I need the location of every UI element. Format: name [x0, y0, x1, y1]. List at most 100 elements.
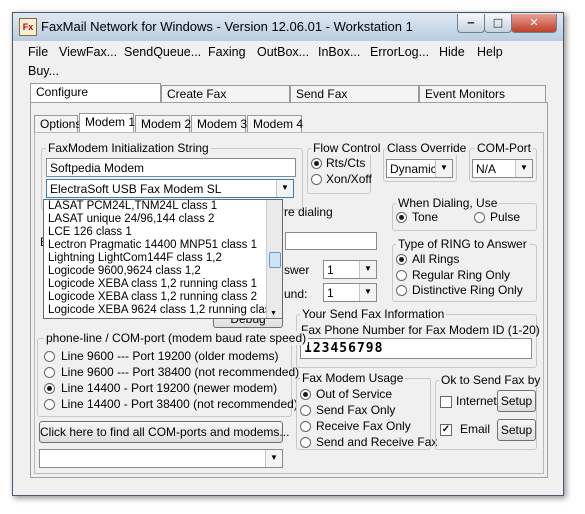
send-fax-only-label: Send Fax Only [316, 403, 396, 417]
modem-list: LASAT PCM24L,TNM24L class 1 LASAT unique… [44, 200, 282, 317]
init-string-input[interactable]: Softpedia Modem [46, 158, 296, 177]
menu-buy[interactable]: Buy... [28, 64, 59, 78]
list-item[interactable]: Logicode XEBA class 1,2 running class 1 [44, 278, 282, 291]
all-rings-label: All Rings [412, 252, 460, 266]
xon-xoff-radio[interactable] [311, 174, 322, 185]
tab-create-fax[interactable]: Create Fax [161, 85, 290, 102]
distinctive-ring-radio[interactable] [396, 285, 407, 296]
internet-setup-button[interactable]: Setup [497, 390, 536, 412]
init-string-label: FaxModem Initialization String [46, 141, 211, 155]
out-of-service-label: Out of Service [316, 387, 393, 401]
round-select[interactable]: 1 ▼ [323, 283, 377, 302]
subtab-modem-4[interactable]: Modem 4 [247, 115, 303, 132]
scroll-down-icon[interactable]: ▼ [270, 310, 277, 317]
menu-errorlog[interactable]: ErrorLog... [370, 45, 429, 59]
tab-configure[interactable]: Configure [30, 83, 161, 102]
send-receive-fax-label: Send and Receive Fax [316, 435, 438, 449]
send-receive-fax-radio[interactable] [300, 437, 311, 448]
email-setup-button[interactable]: Setup [497, 419, 536, 441]
email-label: Email [460, 422, 491, 436]
app-fax-icon: Fx [19, 18, 37, 36]
list-item[interactable]: Lightning LightCom144F class 1,2 [44, 252, 282, 265]
line-9600-19200-label: Line 9600 --- Port 19200 (older modems) [61, 349, 279, 363]
flow-control-label: Flow Control [311, 141, 383, 155]
com-port-select[interactable]: N/A ▼ [472, 159, 533, 178]
menu-viewfax[interactable]: ViewFax... [59, 45, 117, 59]
subtab-modem-1[interactable]: Modem 1 [79, 113, 135, 132]
list-item[interactable]: LASAT PCM24L,TNM24L class 1 [44, 200, 282, 213]
list-item[interactable]: LCE 126 class 1 [44, 226, 282, 239]
fax-modem-usage-label: Fax Modem Usage [300, 371, 406, 385]
tab-event-monitors[interactable]: Event Monitors [419, 85, 546, 102]
receive-fax-only-radio[interactable] [300, 421, 311, 432]
list-item[interactable]: LASAT unique 24/96,144 class 2 [44, 213, 282, 226]
answer-rings-select[interactable]: 1 ▼ [323, 260, 377, 279]
line-9600-38400-radio[interactable] [44, 367, 55, 378]
pulse-radio[interactable] [474, 212, 485, 223]
subtab-modem-3[interactable]: Modem 3 [191, 115, 247, 132]
line-9600-19200-radio[interactable] [44, 351, 55, 362]
subtab-modem-2[interactable]: Modem 2 [135, 115, 191, 132]
modem-type-dropdown[interactable]: LASAT PCM24L,TNM24L class 1 LASAT unique… [43, 199, 283, 319]
line-14400-19200-label: Line 14400 - Port 19200 (newer modem) [61, 381, 278, 395]
menu-hide[interactable]: Hide [439, 45, 465, 59]
ok-to-send-label: Ok to Send Fax by [439, 373, 543, 387]
tone-radio[interactable] [396, 212, 407, 223]
regular-ring-label: Regular Ring Only [412, 268, 511, 282]
line-14400-38400-radio[interactable] [44, 399, 55, 410]
hidden-text-field[interactable] [285, 232, 377, 250]
title-bar[interactable]: Fx FaxMail Network for Windows - Version… [13, 13, 563, 41]
list-item[interactable]: Lectron Pragmatic 14400 MNP51 class 1 [44, 239, 282, 252]
close-button[interactable]: ✕ [511, 14, 557, 33]
rts-cts-radio[interactable] [311, 158, 322, 169]
answer-rings-label: swer [284, 263, 310, 277]
tone-label: Tone [412, 210, 439, 224]
menu-bar: File ViewFax... SendQueue... Faxing OutB… [13, 41, 563, 81]
chevron-down-icon: ▼ [435, 160, 452, 177]
menu-inbox[interactable]: InBox... [318, 45, 360, 59]
list-item[interactable]: Logicode XEBA class 1,2 running class 2 [44, 291, 282, 304]
com-port-label: COM-Port [475, 141, 533, 155]
send-fax-only-radio[interactable] [300, 405, 311, 416]
line-14400-19200-radio[interactable] [44, 383, 55, 394]
scrollbar-thumb[interactable] [269, 252, 281, 268]
minimize-button[interactable]: ‒ [457, 14, 485, 33]
send-fax-info-label: Your Send Fax Information [300, 307, 447, 321]
list-item[interactable]: Logicode XEBA 9624 class 1,2 running cla… [44, 304, 282, 317]
chevron-down-icon: ▼ [359, 261, 376, 278]
ring-type-label: Type of RING to Answer [396, 237, 529, 251]
find-com-ports-button[interactable]: Click here to find all COM-ports and mod… [39, 421, 289, 443]
menu-help[interactable]: Help [477, 45, 503, 59]
tab-send-fax[interactable]: Send Fax [290, 85, 419, 102]
receive-fax-only-label: Receive Fax Only [316, 419, 411, 433]
regular-ring-radio[interactable] [396, 270, 407, 281]
menu-file[interactable]: File [28, 45, 48, 59]
menu-sendqueue[interactable]: SendQueue... [124, 45, 201, 59]
all-rings-radio[interactable] [396, 254, 407, 265]
round-label: und: [284, 287, 308, 301]
when-dialing-label: When Dialing, Use [396, 196, 500, 210]
subtab-options[interactable]: Options [34, 115, 81, 132]
xon-xoff-label: Xon/Xoff [326, 172, 372, 186]
dropdown-scrollbar[interactable]: ▼ [266, 200, 282, 318]
modem-type-select[interactable]: ElectraSoft USB Fax Modem SL ▼ [46, 179, 294, 198]
chevron-down-icon: ▼ [515, 160, 532, 177]
out-of-service-radio[interactable] [300, 389, 311, 400]
chevron-down-icon: ▼ [265, 450, 282, 467]
maximize-button[interactable]: □ [484, 14, 512, 33]
line-14400-38400-label: Line 14400 - Port 38400 (not recommended… [61, 397, 298, 411]
menu-outbox[interactable]: OutBox... [257, 45, 309, 59]
class-override-select[interactable]: Dynamic ▼ [386, 159, 453, 178]
email-checkbox[interactable]: ✓ [440, 424, 452, 436]
main-window: Fx FaxMail Network for Windows - Version… [12, 12, 564, 496]
dialing-option-label: re dialing [284, 205, 333, 219]
com-ports-result-select[interactable]: ▼ [39, 449, 283, 468]
menu-faxing[interactable]: Faxing [208, 45, 246, 59]
class-override-label: Class Override [385, 141, 469, 155]
fax-number-label: Fax Phone Number for Fax Modem ID (1-20) [301, 323, 540, 337]
internet-checkbox[interactable] [440, 396, 452, 408]
rts-cts-label: Rts/Cts [326, 156, 366, 170]
list-item[interactable]: Logicode 9600,9624 class 1,2 [44, 265, 282, 278]
fax-number-input[interactable]: 123456798 [300, 338, 532, 359]
modem-type-value: ElectraSoft USB Fax Modem SL [50, 182, 222, 196]
